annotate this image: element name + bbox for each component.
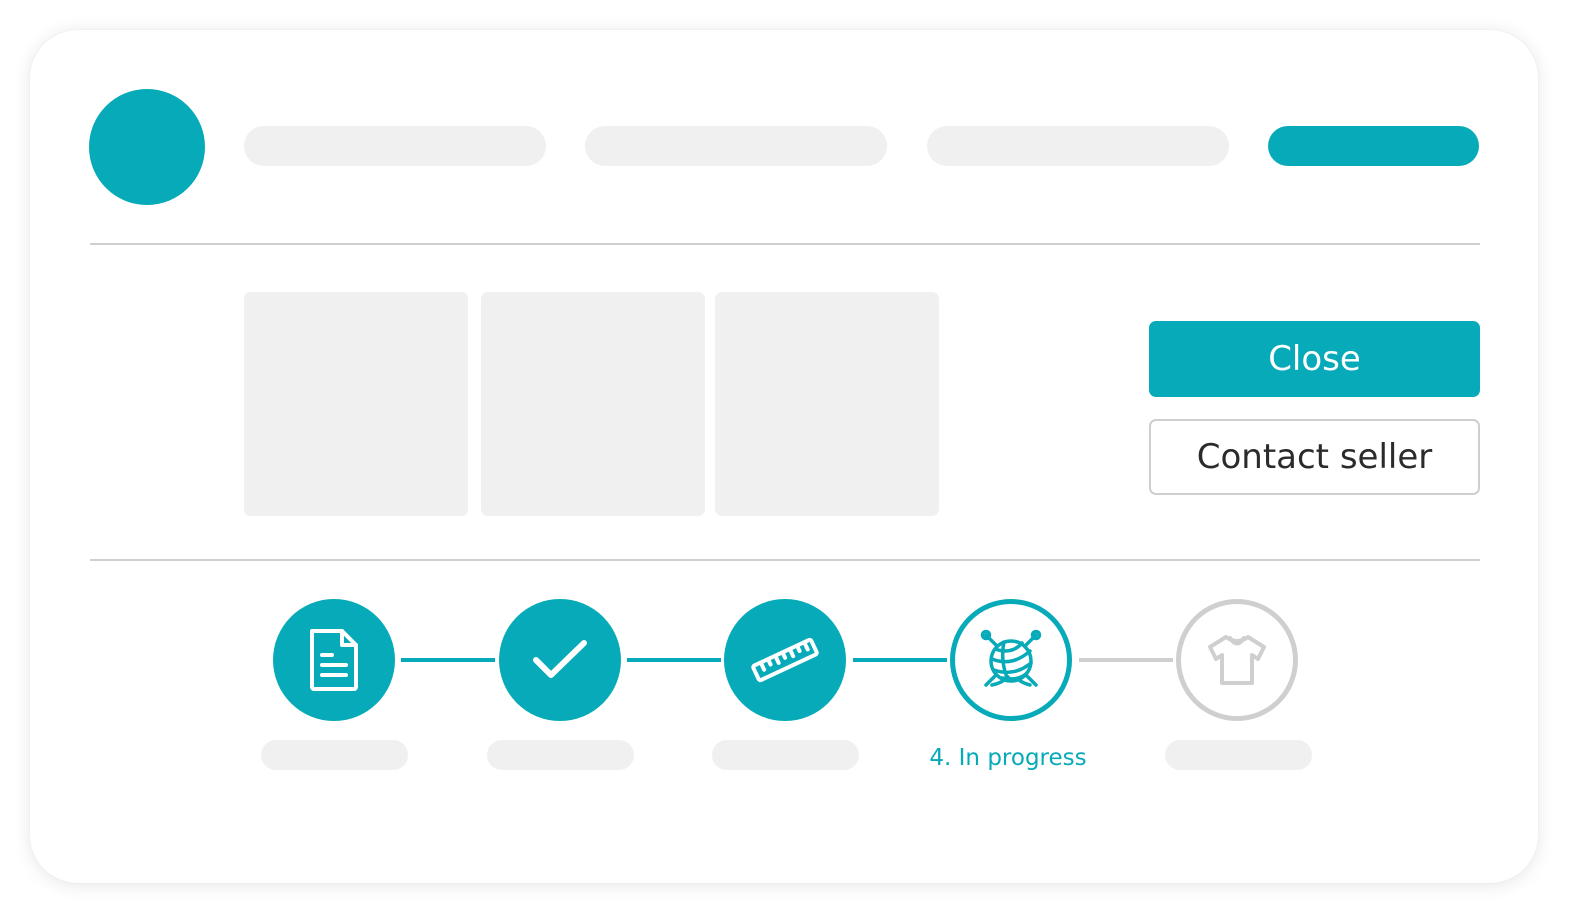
close-button[interactable]: Close: [1149, 321, 1480, 397]
document-icon: [306, 627, 362, 693]
step-2-approved[interactable]: [499, 599, 621, 721]
product-image-placeholder-1[interactable]: [244, 292, 468, 516]
contact-seller-button[interactable]: Contact seller: [1149, 419, 1480, 495]
step-3-measure[interactable]: [724, 599, 846, 721]
ruler-icon: [750, 635, 820, 685]
content-divider: [90, 559, 1480, 561]
nav-item-placeholder-2[interactable]: [585, 126, 887, 166]
header-action-button[interactable]: [1268, 126, 1479, 166]
nav-item-placeholder-3[interactable]: [927, 126, 1229, 166]
avatar[interactable]: [89, 89, 205, 205]
step-1-label-placeholder: [261, 740, 408, 770]
order-card: Close Contact seller 4. In progress: [30, 30, 1538, 883]
step-2-label-placeholder: [487, 740, 634, 770]
step-connector-1: [401, 658, 495, 662]
step-connector-4: [1079, 658, 1173, 662]
t-shirt-icon: [1206, 633, 1268, 687]
header-divider: [90, 243, 1480, 245]
step-5-finished[interactable]: [1176, 599, 1298, 721]
step-4-label: 4. In progress: [929, 745, 1087, 771]
step-connector-3: [853, 658, 947, 662]
yarn-ball-icon: [978, 627, 1044, 693]
checkmark-icon: [531, 638, 589, 682]
step-5-label-placeholder: [1165, 740, 1312, 770]
step-connector-2: [627, 658, 721, 662]
step-1-document[interactable]: [273, 599, 395, 721]
product-image-placeholder-3[interactable]: [715, 292, 939, 516]
product-image-placeholder-2[interactable]: [481, 292, 705, 516]
step-3-label-placeholder: [712, 740, 859, 770]
step-4-in-progress[interactable]: [950, 599, 1072, 721]
nav-item-placeholder-1[interactable]: [244, 126, 546, 166]
